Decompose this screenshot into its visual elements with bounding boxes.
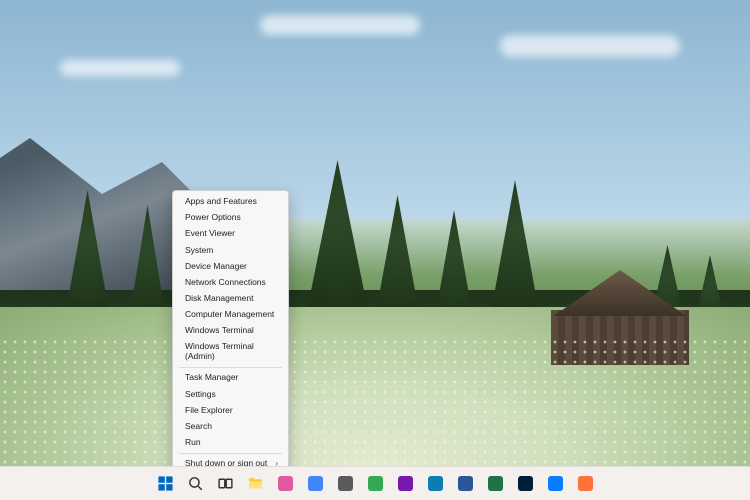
winx-context-menu: Apps and Features Power Options Event View… xyxy=(172,190,289,497)
task-view-button[interactable] xyxy=(214,472,237,495)
menu-item-system[interactable]: System xyxy=(173,242,288,258)
menu-item-label: Device Manager xyxy=(185,262,247,272)
app-icon xyxy=(338,476,353,491)
menu-item-label: Computer Management xyxy=(185,310,274,320)
folder-icon xyxy=(247,475,264,492)
app-icon xyxy=(488,476,503,491)
app-word[interactable] xyxy=(454,472,477,495)
app-icon xyxy=(518,476,533,491)
menu-item-label: Apps and Features xyxy=(185,197,257,207)
app-icon xyxy=(368,476,383,491)
app-excel[interactable] xyxy=(484,472,507,495)
menu-item-file-explorer[interactable]: File Explorer xyxy=(173,402,288,418)
start-button[interactable] xyxy=(154,472,177,495)
menu-item-device-manager[interactable]: Device Manager xyxy=(173,259,288,275)
app-store[interactable] xyxy=(334,472,357,495)
menu-item-label: Windows Terminal (Admin) xyxy=(185,342,278,362)
menu-item-label: Search xyxy=(185,422,212,432)
desktop-wallpaper: Apps and Features Power Options Event View… xyxy=(0,0,750,500)
menu-item-label: Windows Terminal xyxy=(185,326,254,336)
menu-item-disk-management[interactable]: Disk Management xyxy=(173,291,288,307)
menu-item-label: Network Connections xyxy=(185,278,266,288)
menu-item-label: Event Viewer xyxy=(185,229,235,239)
app-icon xyxy=(278,476,293,491)
menu-item-computer-management[interactable]: Computer Management xyxy=(173,307,288,323)
menu-item-label: System xyxy=(185,246,213,256)
menu-separator xyxy=(179,367,282,368)
file-explorer[interactable] xyxy=(244,472,267,495)
app-icon xyxy=(428,476,443,491)
app-icon xyxy=(308,476,323,491)
menu-item-label: Disk Management xyxy=(185,294,254,304)
app-firefox[interactable] xyxy=(574,472,597,495)
app-people[interactable] xyxy=(274,472,297,495)
windows-icon xyxy=(157,475,174,492)
app-messenger[interactable] xyxy=(544,472,567,495)
menu-item-label: Run xyxy=(185,438,201,448)
menu-item-network-connections[interactable]: Network Connections xyxy=(173,275,288,291)
app-icon xyxy=(458,476,473,491)
menu-item-apps-and-features[interactable]: Apps and Features xyxy=(173,194,288,210)
taskview-icon xyxy=(217,475,234,492)
app-icon xyxy=(548,476,563,491)
app-icon xyxy=(398,476,413,491)
search-button[interactable] xyxy=(184,472,207,495)
menu-item-label: Settings xyxy=(185,390,216,400)
menu-item-windows-terminal[interactable]: Windows Terminal xyxy=(173,323,288,339)
menu-item-label: Task Manager xyxy=(185,373,238,383)
menu-item-label: File Explorer xyxy=(185,406,233,416)
menu-item-power-options[interactable]: Power Options xyxy=(173,210,288,226)
app-chrome[interactable] xyxy=(304,472,327,495)
menu-item-event-viewer[interactable]: Event Viewer xyxy=(173,226,288,242)
menu-item-windows-terminal-admin[interactable]: Windows Terminal (Admin) xyxy=(173,339,288,365)
menu-item-search[interactable]: Search xyxy=(173,419,288,435)
search-icon xyxy=(187,475,204,492)
menu-separator xyxy=(179,453,282,454)
app-puzzle[interactable] xyxy=(364,472,387,495)
menu-item-run[interactable]: Run xyxy=(173,435,288,451)
flowers xyxy=(0,337,750,467)
app-icon xyxy=(578,476,593,491)
app-edge[interactable] xyxy=(424,472,447,495)
menu-item-settings[interactable]: Settings xyxy=(173,386,288,402)
app-photoshop[interactable] xyxy=(514,472,537,495)
menu-item-task-manager[interactable]: Task Manager xyxy=(173,370,288,386)
app-onenote[interactable] xyxy=(394,472,417,495)
menu-item-label: Power Options xyxy=(185,213,241,223)
taskbar xyxy=(0,466,750,500)
